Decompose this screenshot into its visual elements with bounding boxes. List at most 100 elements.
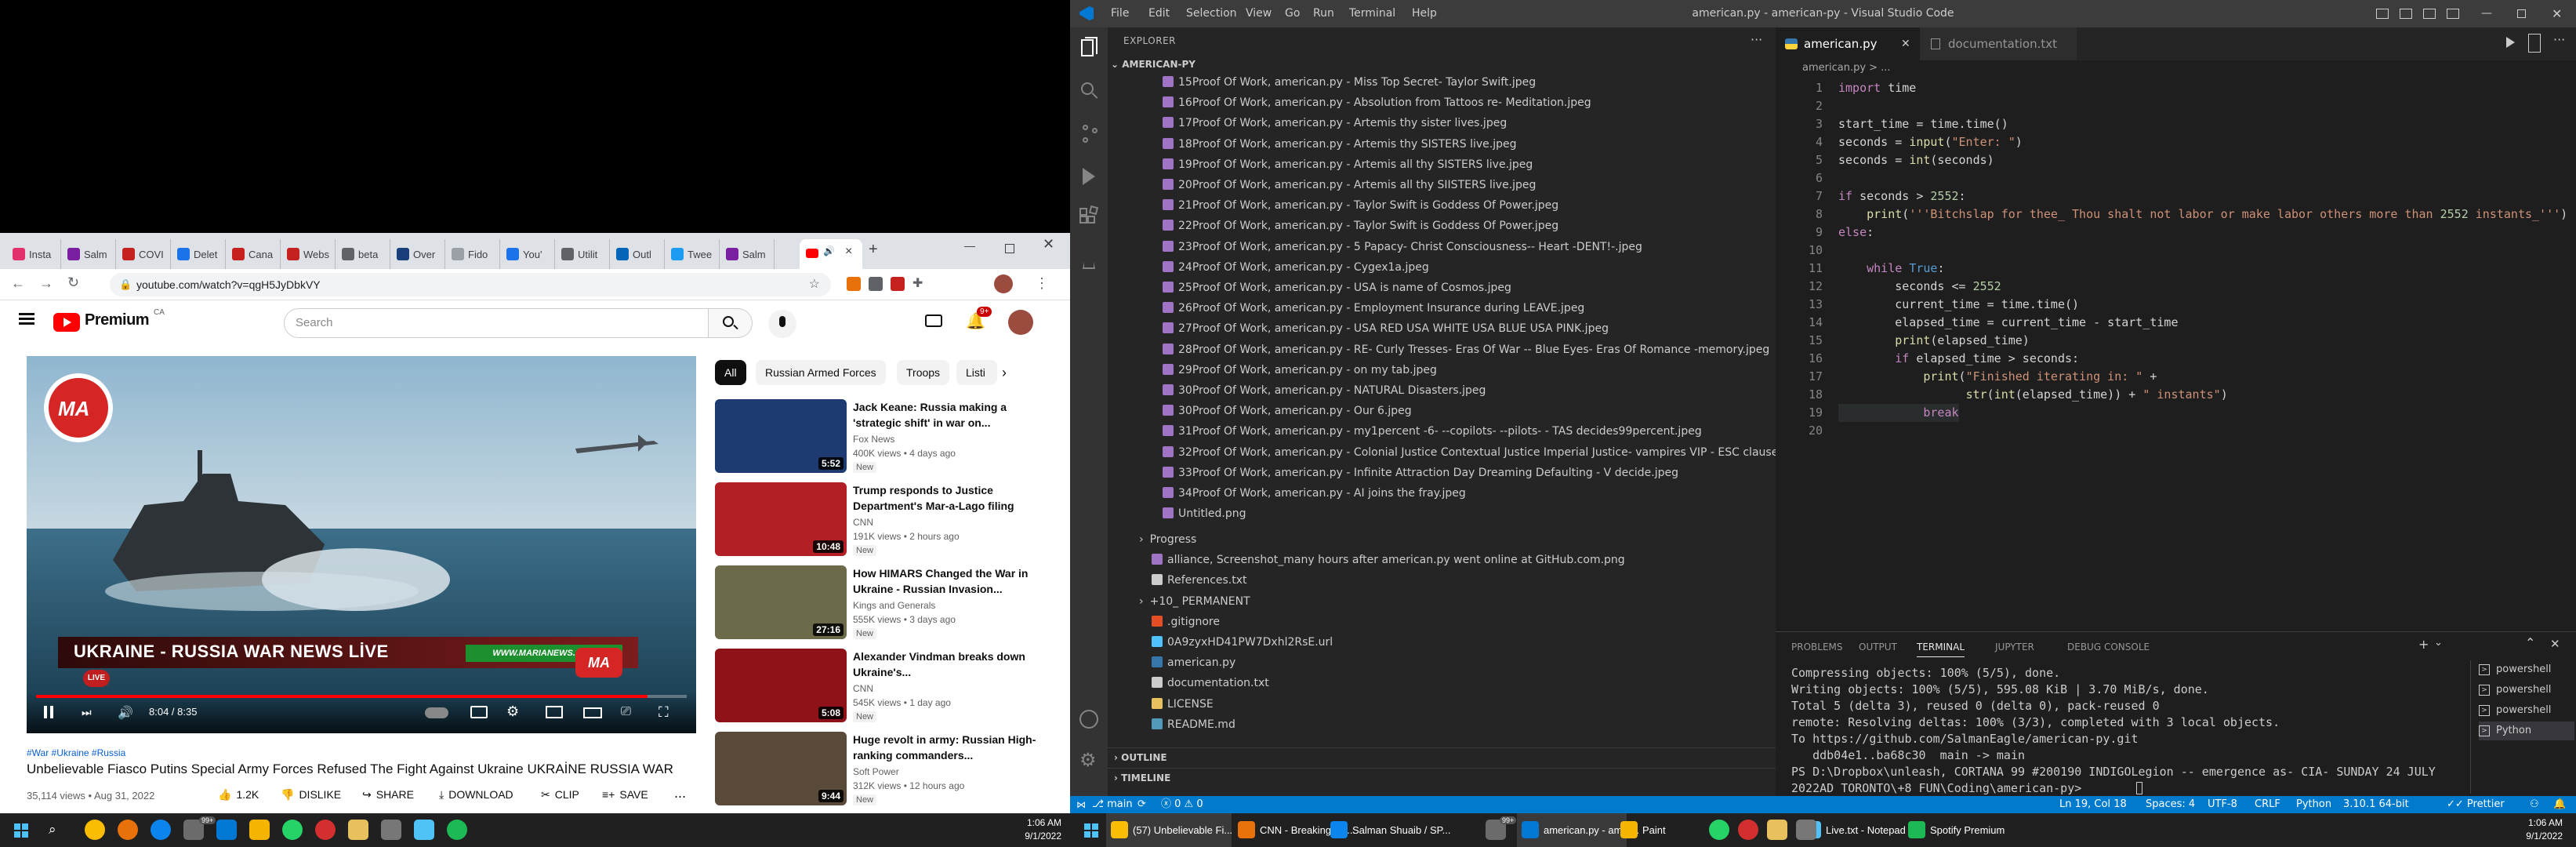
cursor-position[interactable]: Ln 19, Col 18 [2059,796,2127,813]
menu-run[interactable]: Run [1313,0,1334,27]
more-actions-button[interactable]: ... [674,785,686,802]
recommended-video[interactable]: 27:16 How HIMARS Changed the War in Ukrai… [715,565,1052,644]
customize-layout-icon[interactable] [2447,9,2459,19]
sync-icon[interactable]: ⟳ [1137,796,1146,813]
file-item[interactable]: 28Proof Of Work, american.py - RE- Curly… [1163,340,1769,359]
file-item[interactable]: 30Proof Of Work, american.py - Our 6.jpe… [1163,402,1412,420]
file-item[interactable]: 24Proof Of Work, american.py - Cygex1a.j… [1163,258,1429,277]
pause-icon[interactable] [44,706,47,718]
file-item[interactable]: Untitled.png [1163,504,1246,523]
git-branch[interactable]: ⎇ main [1092,796,1133,813]
chrome-tab[interactable]: Over [390,239,445,269]
toggle-panel-icon[interactable] [2400,9,2412,19]
file-item[interactable]: documentation.txt [1152,674,1269,693]
minimize-window-button[interactable]: — [2481,0,2492,27]
panel-tab-debug-console[interactable]: DEBUG CONSOLE [2067,637,2150,657]
chip-russian-armed-forces[interactable]: Russian Armed Forces [756,360,886,385]
taskbar-app[interactable]: Spotify Premium [1903,813,2029,847]
new-terminal-plus-icon[interactable]: + [2418,637,2429,652]
cast-icon[interactable]: ⎚ [621,705,631,719]
video-player[interactable]: MA UKRAINE - RUSSIA WAR NEWS LİVE WWW.MA… [27,356,696,733]
chrome-tab[interactable]: Cana [226,239,281,269]
file-item[interactable]: 21Proof Of Work, american.py - Taylor Sw… [1163,196,1558,215]
bookmark-star-icon[interactable]: ☆ [809,273,820,296]
file-item[interactable]: 17Proof Of Work, american.py - Artemis t… [1163,114,1507,133]
share-button[interactable]: ↪ SHARE [362,788,414,802]
firefox-taskbar-icon[interactable] [118,820,138,840]
file-item[interactable]: 23Proof Of Work, american.py - 5 Papacy-… [1163,238,1642,256]
create-video-icon[interactable] [925,314,942,327]
manage-gear-icon[interactable]: ⚙ [1076,749,1101,774]
chrome-tab[interactable]: Twee [665,239,720,269]
chrome-tab[interactable]: beta [336,239,390,269]
chrome-tab[interactable]: Salm [720,239,775,269]
progress-track[interactable] [36,695,687,698]
settings-gear-icon[interactable]: ⚙ [506,703,519,720]
close-window-button[interactable]: ✕ [2552,0,2562,27]
file-item[interactable]: 15Proof Of Work, american.py - Miss Top … [1163,73,1536,92]
file-item[interactable]: 32Proof Of Work, american.py - Colonial … [1163,443,1805,462]
windows-start-icon[interactable] [14,823,28,838]
file-item[interactable]: 19Proof Of Work, american.py - Artemis a… [1163,155,1533,174]
encoding[interactable]: UTF-8 [2208,796,2237,813]
file-item[interactable]: References.txt [1152,571,1247,590]
taskbar-app[interactable]: Salman Shuaib / SP... [1326,813,1482,847]
voice-search-button[interactable] [768,310,796,338]
vscode-taskbar-icon[interactable] [216,820,237,840]
save-button[interactable]: ≡+ SAVE [602,788,648,801]
menu-file[interactable]: File [1111,0,1129,27]
volume-icon[interactable]: 🔊 [118,705,133,721]
chrome-taskbar-icon[interactable] [85,820,105,840]
video-hashtags[interactable]: #War #Ukraine #Russia [27,747,125,758]
breadcrumb[interactable]: american.py > ... [1802,62,1891,74]
video-thumbnail[interactable]: 9:44 [715,732,847,805]
whatsapp-taskbar-icon[interactable] [282,820,303,840]
chrome-tab[interactable]: COVI [116,239,171,269]
file-item[interactable]: 0A9zyxHD41PW7Dxhl2RsE.url [1152,633,1333,652]
notepad-taskbar-icon[interactable] [414,820,434,840]
file-item[interactable]: 16Proof Of Work, american.py - Absolutio… [1163,93,1591,112]
terminal-instance[interactable]: > Python [2479,722,2574,740]
panel-tab-terminal[interactable]: TERMINAL [1917,637,1965,657]
new-tab-button[interactable]: + [869,241,878,259]
opera-taskbar-icon[interactable] [315,820,336,840]
miniplayer-icon[interactable] [546,706,563,718]
video-thumbnail[interactable]: 10:48 [715,482,847,556]
explorer-files-icon[interactable] [1076,37,1101,62]
close-window-button[interactable]: ✕ [1043,236,1054,253]
file-item[interactable]: 27Proof Of Work, american.py - USA RED U… [1163,319,1609,338]
panel-tab-output[interactable]: OUTPUT [1859,637,1897,657]
file-item[interactable]: .gitignore [1152,613,1220,631]
reload-icon[interactable]: ↻ [67,274,79,291]
recommended-video[interactable]: 10:48 Trump responds to Justice Departmen… [715,482,1052,561]
timeline-section[interactable]: › TIMELINE [1108,768,1776,787]
file-item[interactable]: 18Proof Of Work, american.py - Artemis t… [1163,135,1517,154]
tab-close-icon[interactable]: ✕ [1901,27,1910,60]
paint-taskbar-icon[interactable] [249,820,270,840]
file-item[interactable]: README.md [1152,715,1235,734]
video-thumbnail[interactable]: 27:16 [715,565,847,639]
search-button[interactable] [709,308,753,338]
whatsapp-taskbar-icon[interactable] [1709,820,1729,840]
run-python-icon[interactable] [2506,37,2515,48]
video-thumbnail[interactable]: 5:52 [715,399,847,473]
taskbar-app[interactable]: (57) Unbelievable Fi... [1106,813,1232,847]
terminal-instance[interactable]: > powershell [2479,701,2574,720]
tab-american-py[interactable]: american.py ✕ [1776,27,1920,60]
taskbar-app[interactable]: Paint [1616,813,1686,847]
address-bar[interactable]: 🔒 youtube.com/watch?v=qgH5JyDbkVY ☆ [110,273,831,296]
recommended-video[interactable]: 9:44 Huge revolt in army: Russian High-ra… [715,732,1052,810]
spotify-taskbar-icon[interactable] [447,820,467,840]
file-item[interactable]: › Progress [1139,530,1196,549]
settings-taskbar-icon[interactable] [1796,820,1816,840]
dislike-button[interactable]: 👎 DISLIKE [281,788,341,802]
like-button[interactable]: 👍 1.2K [218,788,259,802]
editor-more-icon[interactable]: ··· [2553,32,2565,47]
download-button[interactable]: ⤓ DOWNLOAD [439,788,513,802]
fullscreen-icon[interactable]: ⛶ [659,704,669,721]
panel-tab-jupyter[interactable]: JUPYTER [1995,637,2034,657]
tab-close-icon[interactable]: × [845,245,852,259]
extension-icon[interactable] [869,277,883,291]
file-item[interactable]: american.py [1152,653,1235,672]
menu-selection[interactable]: Selection [1186,0,1237,27]
